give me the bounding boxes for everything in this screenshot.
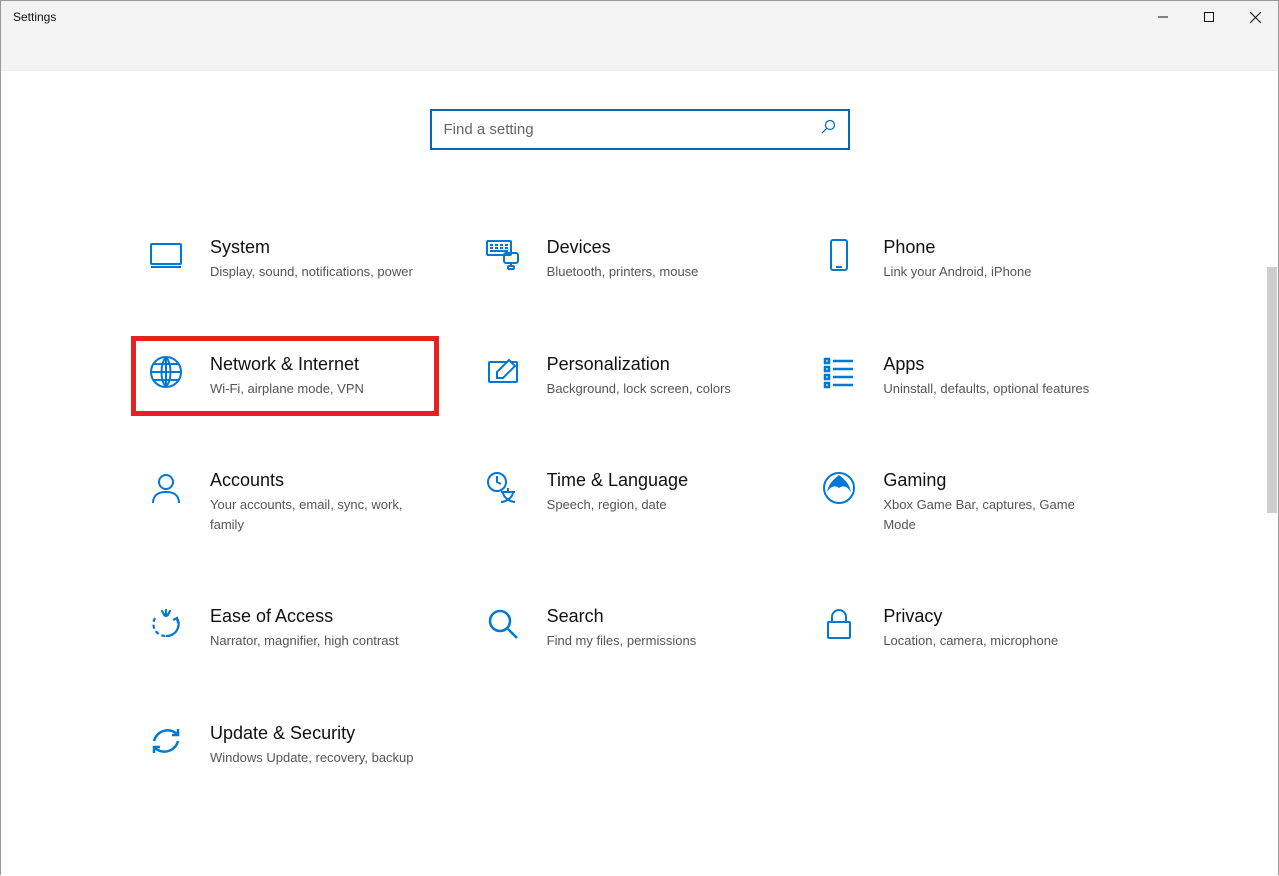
category-title: Devices bbox=[547, 237, 769, 258]
category-title: Accounts bbox=[210, 470, 432, 491]
category-desc: Wi-Fi, airplane mode, VPN bbox=[210, 379, 427, 399]
category-title: Phone bbox=[883, 237, 1105, 258]
content-area: System Display, sound, notifications, po… bbox=[1, 71, 1278, 876]
category-title: Personalization bbox=[547, 354, 769, 375]
category-time-language[interactable]: Time & Language Speech, region, date bbox=[477, 464, 777, 540]
category-desc: Your accounts, email, sync, work, family bbox=[210, 495, 432, 534]
category-update-security[interactable]: Update & Security Windows Update, recove… bbox=[140, 717, 440, 774]
apps-icon bbox=[821, 354, 869, 399]
categories-grid: System Display, sound, notifications, po… bbox=[140, 231, 1150, 773]
category-title: Time & Language bbox=[547, 470, 769, 491]
personalization-icon bbox=[485, 354, 533, 399]
devices-icon bbox=[485, 237, 533, 282]
category-accounts[interactable]: Accounts Your accounts, email, sync, wor… bbox=[140, 464, 440, 540]
category-gaming[interactable]: Gaming Xbox Game Bar, captures, Game Mod… bbox=[813, 464, 1113, 540]
category-desc: Narrator, magnifier, high contrast bbox=[210, 631, 432, 651]
titlebar: Settings bbox=[1, 1, 1278, 71]
category-network[interactable]: Network & Internet Wi-Fi, airplane mode,… bbox=[135, 340, 435, 413]
close-button[interactable] bbox=[1232, 1, 1278, 33]
category-title: Network & Internet bbox=[210, 354, 427, 375]
category-title: System bbox=[210, 237, 432, 258]
category-personalization[interactable]: Personalization Background, lock screen,… bbox=[477, 348, 777, 405]
time-language-icon bbox=[485, 470, 533, 534]
window-title: Settings bbox=[13, 10, 56, 24]
category-desc: Bluetooth, printers, mouse bbox=[547, 262, 769, 282]
scrollbar-thumb[interactable] bbox=[1267, 267, 1277, 513]
category-system[interactable]: System Display, sound, notifications, po… bbox=[140, 231, 440, 288]
category-title: Update & Security bbox=[210, 723, 432, 744]
network-icon bbox=[148, 354, 196, 399]
maximize-button[interactable] bbox=[1186, 1, 1232, 33]
privacy-icon bbox=[821, 606, 869, 651]
category-desc: Uninstall, defaults, optional features bbox=[883, 379, 1105, 399]
category-desc: Speech, region, date bbox=[547, 495, 769, 515]
update-security-icon bbox=[148, 723, 196, 768]
category-title: Search bbox=[547, 606, 769, 627]
category-desc: Windows Update, recovery, backup bbox=[210, 748, 432, 768]
category-title: Apps bbox=[883, 354, 1105, 375]
minimize-button[interactable] bbox=[1140, 1, 1186, 33]
accounts-icon bbox=[148, 470, 196, 534]
category-ease-of-access[interactable]: Ease of Access Narrator, magnifier, high… bbox=[140, 600, 440, 657]
category-desc: Display, sound, notifications, power bbox=[210, 262, 432, 282]
category-search[interactable]: Search Find my files, permissions bbox=[477, 600, 777, 657]
phone-icon bbox=[821, 237, 869, 282]
category-phone[interactable]: Phone Link your Android, iPhone bbox=[813, 231, 1113, 288]
category-title: Ease of Access bbox=[210, 606, 432, 627]
search-box[interactable] bbox=[430, 109, 850, 150]
category-desc: Xbox Game Bar, captures, Game Mode bbox=[883, 495, 1105, 534]
search-category-icon bbox=[485, 606, 533, 651]
system-icon bbox=[148, 237, 196, 282]
category-desc: Background, lock screen, colors bbox=[547, 379, 769, 399]
search-input[interactable] bbox=[444, 121, 820, 138]
window-controls bbox=[1140, 1, 1278, 33]
ease-of-access-icon bbox=[148, 606, 196, 651]
search-container bbox=[430, 109, 850, 150]
category-privacy[interactable]: Privacy Location, camera, microphone bbox=[813, 600, 1113, 657]
search-icon bbox=[820, 119, 836, 140]
category-desc: Location, camera, microphone bbox=[883, 631, 1105, 651]
category-apps[interactable]: Apps Uninstall, defaults, optional featu… bbox=[813, 348, 1113, 405]
category-title: Gaming bbox=[883, 470, 1105, 491]
category-title: Privacy bbox=[883, 606, 1105, 627]
category-devices[interactable]: Devices Bluetooth, printers, mouse bbox=[477, 231, 777, 288]
category-desc: Find my files, permissions bbox=[547, 631, 769, 651]
gaming-icon bbox=[821, 470, 869, 534]
category-desc: Link your Android, iPhone bbox=[883, 262, 1105, 282]
